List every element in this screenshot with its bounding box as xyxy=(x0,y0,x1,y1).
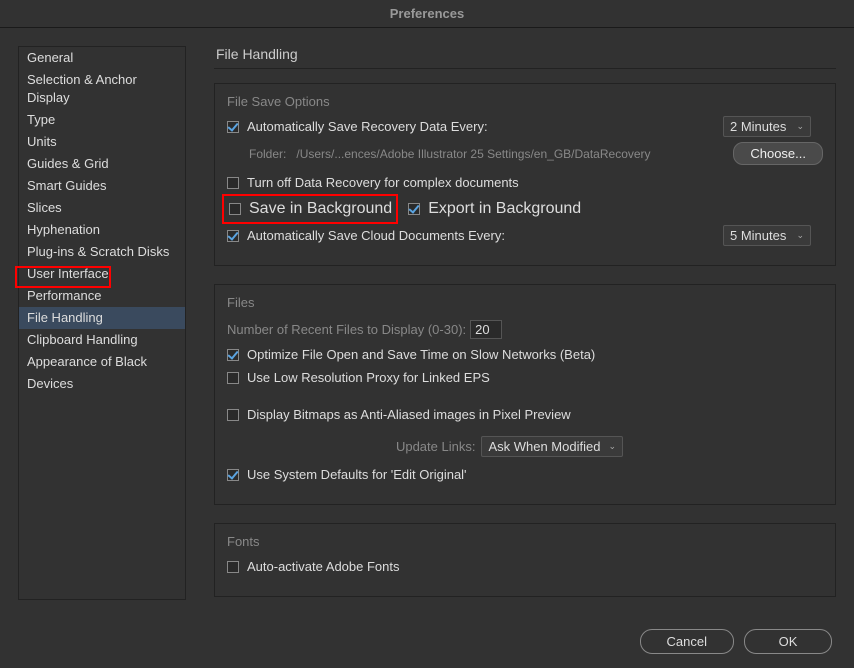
chevron-down-icon: ⌄ xyxy=(796,121,804,132)
sidebar-item-label: Performance xyxy=(27,288,101,303)
dropdown-value: 2 Minutes xyxy=(730,119,786,134)
label-export-in-background: Export in Background xyxy=(428,200,581,218)
sidebar-item-label: Type xyxy=(27,112,55,127)
label-optimize-slow: Optimize File Open and Save Time on Slow… xyxy=(247,347,595,362)
sidebar-item-label: Devices xyxy=(27,376,73,391)
sidebar-item-file-handling[interactable]: File Handling xyxy=(19,307,185,329)
section-fonts: Fonts Auto-activate Adobe Fonts xyxy=(214,523,836,597)
section-file-save-options: File Save Options Automatically Save Rec… xyxy=(214,83,836,266)
sidebar-item-performance[interactable]: Performance xyxy=(19,285,185,307)
checkbox-low-res-proxy[interactable] xyxy=(227,372,239,384)
sidebar-item-hyphenation[interactable]: Hyphenation xyxy=(19,219,185,241)
label-auto-save-recovery: Automatically Save Recovery Data Every: xyxy=(247,119,488,134)
sidebar-item-devices[interactable]: Devices xyxy=(19,373,185,395)
row-auto-activate-fonts: Auto-activate Adobe Fonts xyxy=(227,559,823,574)
preferences-dialog: Preferences General Selection & Anchor D… xyxy=(0,0,854,668)
row-auto-save-cloud: Automatically Save Cloud Documents Every… xyxy=(227,228,823,243)
folder-label: Folder: xyxy=(249,147,286,161)
dropdown-value: Ask When Modified xyxy=(488,439,600,454)
sidebar-item-units[interactable]: Units xyxy=(19,131,185,153)
row-low-res-proxy: Use Low Resolution Proxy for Linked EPS xyxy=(227,370,823,385)
checkbox-optimize-slow[interactable] xyxy=(227,349,239,361)
sidebar-item-label: Plug-ins & Scratch Disks xyxy=(27,244,169,259)
row-auto-save-recovery: Automatically Save Recovery Data Every: … xyxy=(227,119,823,134)
section-files: Files Number of Recent Files to Display … xyxy=(214,284,836,505)
label-auto-save-cloud: Automatically Save Cloud Documents Every… xyxy=(247,228,505,243)
input-recent-files[interactable] xyxy=(470,320,502,339)
row-recent-files: Number of Recent Files to Display (0-30)… xyxy=(227,320,823,339)
sidebar-item-selection-anchor[interactable]: Selection & Anchor Display xyxy=(19,69,185,109)
title-separator xyxy=(214,68,836,69)
sidebar-item-label: User Interface xyxy=(27,266,109,281)
sidebar-item-type[interactable]: Type xyxy=(19,109,185,131)
dialog-footer: Cancel OK xyxy=(640,629,832,654)
checkbox-system-defaults[interactable] xyxy=(227,469,239,481)
categories-sidebar: General Selection & Anchor Display Type … xyxy=(18,46,186,600)
sidebar-item-plugins-scratch[interactable]: Plug-ins & Scratch Disks xyxy=(19,241,185,263)
label-turn-off-complex: Turn off Data Recovery for complex docum… xyxy=(247,175,519,190)
dialog-title: Preferences xyxy=(0,0,854,28)
checkbox-auto-activate-fonts[interactable] xyxy=(227,561,239,573)
label-display-bitmaps: Display Bitmaps as Anti-Aliased images i… xyxy=(247,407,571,422)
chevron-down-icon: ⌄ xyxy=(608,441,616,452)
row-system-defaults: Use System Defaults for 'Edit Original' xyxy=(227,467,823,482)
label-recent-files: Number of Recent Files to Display (0-30)… xyxy=(227,322,466,337)
sidebar-item-label: Slices xyxy=(27,200,62,215)
sidebar-item-label: Selection & Anchor Display xyxy=(27,72,137,105)
checkbox-display-bitmaps[interactable] xyxy=(227,409,239,421)
chevron-down-icon: ⌄ xyxy=(796,230,804,241)
label-system-defaults: Use System Defaults for 'Edit Original' xyxy=(247,467,467,482)
label-save-in-background: Save in Background xyxy=(249,200,392,218)
sidebar-item-label: Guides & Grid xyxy=(27,156,109,171)
main-panel: File Handling File Save Options Automati… xyxy=(186,46,836,600)
row-turn-off-complex: Turn off Data Recovery for complex docum… xyxy=(227,175,823,190)
section-title: Fonts xyxy=(227,534,823,549)
cancel-button[interactable]: Cancel xyxy=(640,629,734,654)
dropdown-update-links[interactable]: Ask When Modified ⌄ xyxy=(481,436,623,457)
dropdown-value: 5 Minutes xyxy=(730,228,786,243)
sidebar-item-general[interactable]: General xyxy=(19,47,185,69)
label-low-res-proxy: Use Low Resolution Proxy for Linked EPS xyxy=(247,370,490,385)
dropdown-cloud-interval[interactable]: 5 Minutes ⌄ xyxy=(723,225,811,246)
row-display-bitmaps: Display Bitmaps as Anti-Aliased images i… xyxy=(227,407,823,422)
sidebar-item-label: Units xyxy=(27,134,57,149)
checkbox-export-in-background[interactable] xyxy=(408,203,420,215)
sidebar-item-slices[interactable]: Slices xyxy=(19,197,185,219)
checkbox-save-in-background[interactable] xyxy=(229,203,241,215)
sidebar-item-guides-grid[interactable]: Guides & Grid xyxy=(19,153,185,175)
row-folder: Folder: /Users/...ences/Adobe Illustrato… xyxy=(227,142,823,165)
choose-button[interactable]: Choose... xyxy=(733,142,823,165)
sidebar-item-label: Appearance of Black xyxy=(27,354,147,369)
section-title: File Save Options xyxy=(227,94,823,109)
sidebar-item-label: Clipboard Handling xyxy=(27,332,138,347)
sidebar-item-label: File Handling xyxy=(27,310,103,325)
sidebar-item-label: Smart Guides xyxy=(27,178,106,193)
sidebar-item-user-interface[interactable]: User Interface xyxy=(19,263,185,285)
row-update-links: Update Links: Ask When Modified ⌄ xyxy=(227,436,823,457)
checkbox-auto-save-recovery[interactable] xyxy=(227,121,239,133)
folder-path: /Users/...ences/Adobe Illustrator 25 Set… xyxy=(296,147,733,161)
content-area: General Selection & Anchor Display Type … xyxy=(0,28,854,618)
dropdown-recovery-interval[interactable]: 2 Minutes ⌄ xyxy=(723,116,811,137)
sidebar-item-appearance-black[interactable]: Appearance of Black xyxy=(19,351,185,373)
sidebar-item-clipboard[interactable]: Clipboard Handling xyxy=(19,329,185,351)
ok-button[interactable]: OK xyxy=(744,629,832,654)
row-optimize-slow: Optimize File Open and Save Time on Slow… xyxy=(227,347,823,362)
label-update-links: Update Links: xyxy=(396,439,476,454)
label-auto-activate-fonts: Auto-activate Adobe Fonts xyxy=(247,559,399,574)
checkbox-turn-off-complex[interactable] xyxy=(227,177,239,189)
section-title: Files xyxy=(227,295,823,310)
checkbox-auto-save-cloud[interactable] xyxy=(227,230,239,242)
sidebar-item-label: General xyxy=(27,50,73,65)
sidebar-item-label: Hyphenation xyxy=(27,222,100,237)
sidebar-item-smart-guides[interactable]: Smart Guides xyxy=(19,175,185,197)
row-save-export-bg: Save in Background Export in Background xyxy=(227,198,823,220)
panel-title: File Handling xyxy=(214,46,836,62)
